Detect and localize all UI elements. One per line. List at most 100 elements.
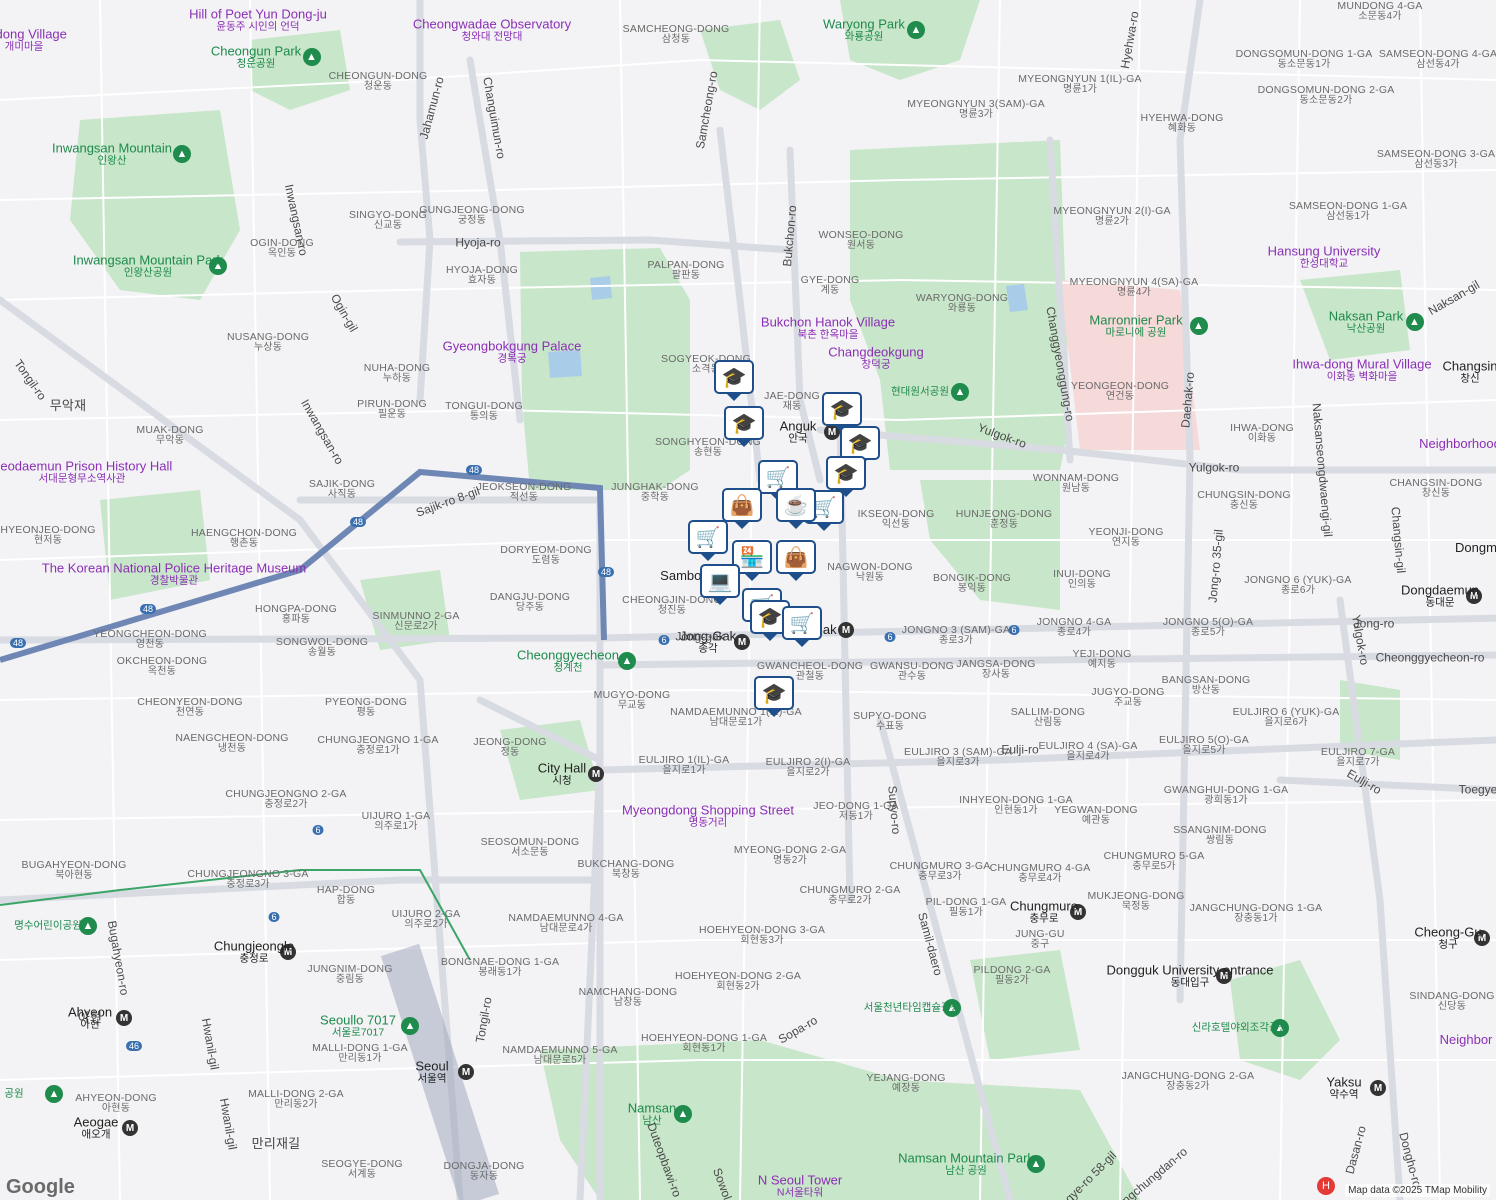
attraction-label[interactable]: Gyeongbokgung Palace 경복궁 [442, 338, 582, 365]
station-label[interactable]: Dongguk University entrance 동대입구 [1106, 962, 1274, 989]
map-credit[interactable]: Map data ©2025 TMap Mobility [1345, 1184, 1490, 1197]
attraction-label[interactable]: Bukchon Hanok Village 북촌 한옥마을 [761, 315, 895, 341]
park-tree-icon[interactable]: ▲ [302, 48, 321, 66]
park-label[interactable]: 신라호텔야외조각공원 [1192, 1022, 1289, 1033]
subway-icon[interactable]: M [734, 634, 750, 650]
attraction-label-en: Gyeongbokgung Palace [442, 338, 582, 354]
district-label: NAMDAEMUNNO 4-GA 남대문로4가 [508, 913, 623, 935]
district-label: HUNJEONG-DONG 훈정동 [956, 509, 1053, 531]
park-label[interactable]: Seoullo 7017 서울로7017 [320, 1013, 396, 1039]
attraction-label[interactable]: Neighborhood [1419, 437, 1496, 451]
attraction-label[interactable]: Seodaemun Prison History Hall 서대문형무소역사관 [0, 459, 172, 485]
park-label[interactable]: 서울천년타임캡슐광장 [864, 1002, 961, 1013]
shopping-cart-icon[interactable]: 🛒 [782, 606, 822, 640]
district-label: YEJI-DONG 예지동 [1073, 649, 1132, 671]
shopping-bag-icon[interactable]: 👜 [776, 540, 816, 574]
school-icon[interactable]: 🎓 [826, 456, 866, 490]
map-canvas[interactable]: SAMCHEONG-DONG 삼청동 CHEONGUN-DONG 청운동 SINGYO-… [0, 0, 1496, 1200]
district-label-ko: 신당동 [1437, 1001, 1467, 1013]
attraction-label[interactable]: Hill of Poet Yun Dong-ju 윤동주 시인의 언덕 [189, 7, 327, 33]
station-label[interactable]: Changsin 창신 [1443, 359, 1496, 385]
poi-marker[interactable]: 👜 [776, 540, 820, 581]
district-label: MUAK-DONG 무악동 [136, 425, 203, 447]
subway-icon[interactable]: M [116, 1010, 132, 1026]
station-label[interactable]: Aeogae 애오개 [74, 1115, 119, 1141]
park-tree-icon[interactable]: ▲ [951, 383, 969, 401]
district-label: SINGYO-DONG 신교동 [349, 210, 427, 232]
station-label[interactable]: Chungmuro 충무로 [1010, 899, 1078, 925]
district-label-ko: 평동 [356, 707, 376, 719]
district-label-ko: 남창동 [613, 997, 643, 1009]
poi-marker[interactable]: 💻 [700, 564, 744, 605]
coffee-icon[interactable]: ☕ [776, 488, 816, 522]
poi-marker[interactable]: ☕ [776, 488, 820, 529]
school-icon[interactable]: 🎓 [822, 392, 862, 426]
district-label-ko: 관수동 [897, 671, 927, 683]
laptop-icon[interactable]: 💻 [700, 564, 740, 598]
station-label[interactable]: Cheong-Gu 청구 [1414, 925, 1481, 951]
park-tree-icon[interactable]: ▲ [45, 1085, 63, 1103]
district-label-ko: 현저동 [33, 535, 63, 547]
subway-icon[interactable]: M [588, 766, 604, 782]
park-label[interactable]: Inwangsan Mountain Park 인왕산공원 [73, 253, 223, 279]
subway-icon[interactable]: M [122, 1120, 138, 1136]
station-label[interactable]: Dongdaemun 동대문 [1400, 582, 1480, 609]
park-label[interactable]: Cheongun Park 청운공원 [211, 44, 301, 70]
park-label[interactable]: 현대원서공원 [891, 386, 949, 397]
park-label-ko: 신라호텔야외조각공원 [1191, 1021, 1289, 1034]
school-icon[interactable]: 🎓 [714, 360, 754, 394]
park-tree-icon[interactable]: ▲ [1405, 313, 1424, 331]
park-label[interactable]: Namsan Mountain Park 남산 공원 [898, 1151, 1034, 1177]
school-icon[interactable]: 🎓 [840, 426, 880, 460]
park-tree-icon[interactable]: ▲ [618, 652, 636, 670]
park-label[interactable]: Inwangsan Mountain 인왕산 [52, 141, 172, 167]
park-label[interactable]: Naksan Park 낙산공원 [1329, 309, 1403, 335]
park-label[interactable]: Cheonggyecheon 청계천 [517, 648, 619, 674]
attraction-label[interactable]: N Seoul Tower N서울타워 [758, 1173, 842, 1199]
district-label-ko: 회현동2가 [716, 981, 760, 993]
hospital-icon[interactable]: H [1317, 1177, 1335, 1195]
poi-marker[interactable]: 🎓 [754, 676, 798, 717]
district-label: MUGYO-DONG 무교동 [594, 690, 671, 712]
station-label[interactable]: Chungjeonglo 충정로 [214, 939, 294, 965]
station-label[interactable]: Anguk 안국 [780, 419, 817, 445]
park-tree-icon[interactable]: ▲ [173, 145, 191, 163]
park-label[interactable]: Marronnier Park 마로니에 공원 [1089, 313, 1182, 339]
station-label[interactable]: Seoul 서울역 [415, 1059, 448, 1085]
subway-icon[interactable]: M [838, 622, 854, 638]
park-tree-icon[interactable]: ▲ [401, 1017, 419, 1035]
google-logo[interactable]: Google [6, 1176, 75, 1199]
attraction-label[interactable]: Neighbor [1440, 1033, 1493, 1047]
attraction-label[interactable]: je-dong Village개미마을 [0, 27, 67, 53]
park-tree-icon[interactable]: ▲ [1189, 317, 1208, 335]
station-label[interactable]: City Hall 시청 [538, 761, 586, 787]
subway-icon[interactable]: M [458, 1064, 474, 1080]
station-label-en: Dongdaemun [1400, 582, 1480, 598]
park-label[interactable]: Waryong Park 와룡공원 [823, 17, 905, 43]
district-label: DONGSOMUN-DONG 2-GA 동소문동2가 [1258, 85, 1395, 107]
station-label-en: Dongguk University entrance [1106, 962, 1274, 978]
shopping-bag-icon[interactable]: 👜 [722, 488, 762, 522]
poi-marker[interactable]: 🛒 [782, 606, 826, 647]
station-label[interactable]: Yaksu 약수역 [1326, 1075, 1361, 1101]
attraction-label[interactable]: Myeongdong Shopping Street 명동거리 [622, 803, 794, 829]
park-label[interactable]: 명수어린이공원 [14, 920, 82, 931]
attraction-label[interactable]: Cheongwadae Observatory 청와대 전망대 [413, 17, 571, 43]
shopping-cart-icon[interactable]: 🛒 [688, 520, 728, 554]
poi-marker[interactable]: 🛒 [688, 520, 732, 561]
subway-icon[interactable]: M [1370, 1080, 1386, 1096]
school-icon[interactable]: 🎓 [754, 676, 794, 710]
school-icon[interactable]: 🎓 [724, 406, 764, 440]
station-label[interactable]: Dongm [1455, 541, 1496, 555]
road-label: Jong-gak [675, 629, 725, 644]
poi-marker[interactable]: 🎓 [714, 360, 758, 401]
attraction-label[interactable]: Ihwa-dong Mural Village 이화동 벽화마을 [1292, 357, 1431, 383]
attraction-label[interactable]: Changdeokgung 창덕궁 [828, 345, 923, 371]
park-tree-icon[interactable]: ▲ [674, 1105, 692, 1123]
attraction-label[interactable]: Hansung University 한성대학교 [1268, 244, 1381, 270]
park-tree-icon[interactable]: ▲ [907, 21, 925, 39]
park-label[interactable]: 공원 [4, 1088, 23, 1099]
district-label-ko: 충무로2가 [828, 895, 872, 907]
poi-marker[interactable]: 🎓 [724, 406, 768, 447]
attraction-label[interactable]: The Korean National Police Heritage Muse… [42, 561, 306, 587]
